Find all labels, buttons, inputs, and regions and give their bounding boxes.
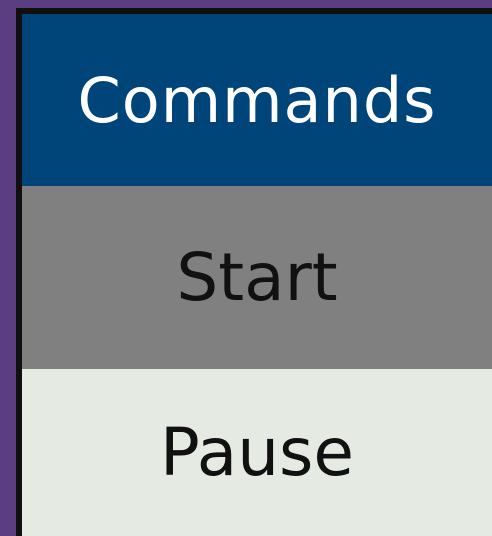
pause-button[interactable]: Pause <box>22 369 492 536</box>
commands-header: Commands <box>22 14 492 186</box>
commands-panel: Commands Start Pause <box>22 14 492 536</box>
start-button[interactable]: Start <box>22 186 492 369</box>
